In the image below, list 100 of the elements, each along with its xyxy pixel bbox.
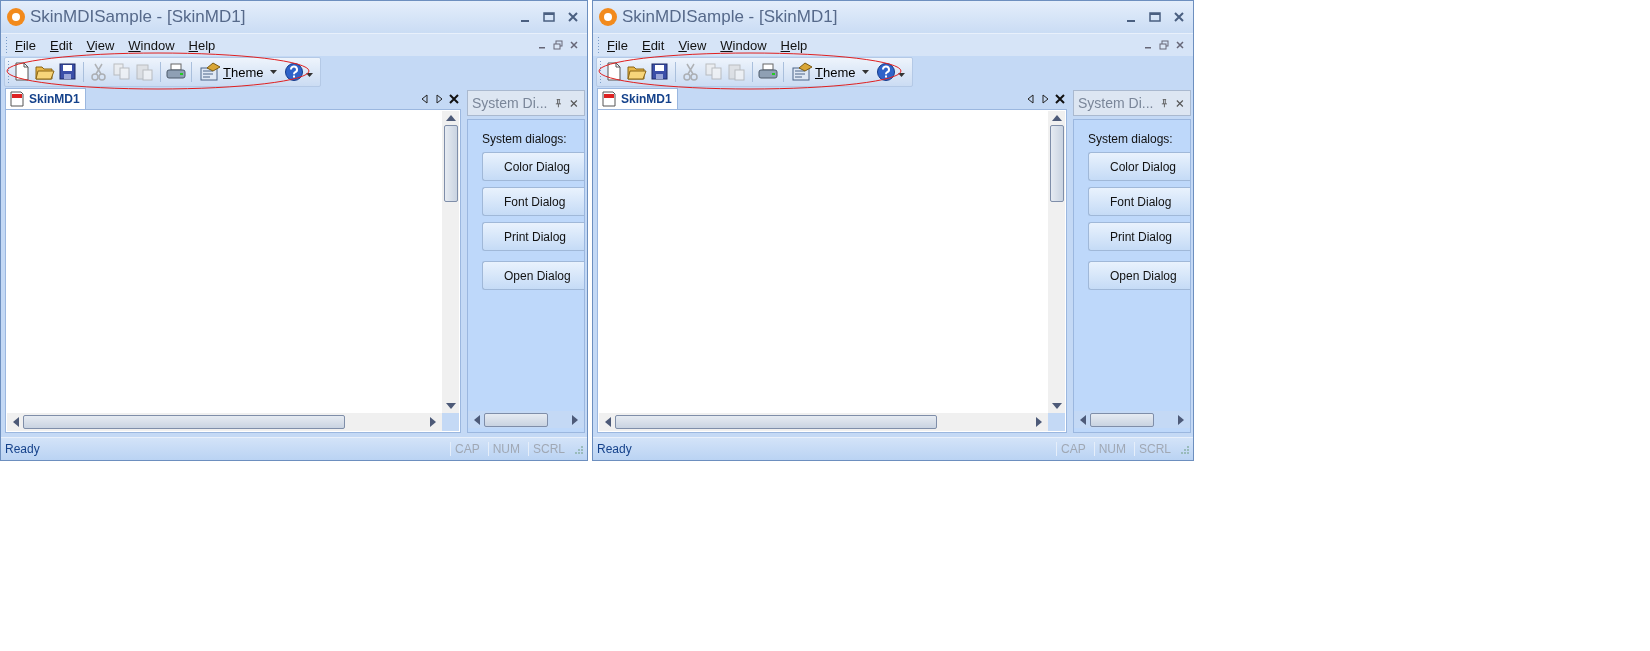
- menu-item[interactable]: View: [79, 37, 122, 53]
- resize-grip-icon[interactable]: [1179, 444, 1189, 454]
- dialog-button[interactable]: Font Dialog: [1088, 187, 1190, 216]
- panel-label: System dialogs:: [482, 132, 568, 146]
- scroll-right-button[interactable]: [435, 93, 443, 104]
- theme-dropdown[interactable]: Theme: [788, 61, 873, 83]
- app-logo-icon: [6, 7, 26, 27]
- document-icon: [9, 91, 25, 107]
- scroll-right-button[interactable]: [1041, 93, 1049, 104]
- status-indicator: NUM: [1093, 442, 1130, 456]
- scroll-left-icon: [1080, 414, 1086, 425]
- scroll-thumb[interactable]: [484, 412, 548, 427]
- dialog-button[interactable]: Font Dialog: [482, 187, 584, 216]
- scroll-left-icon: [605, 417, 611, 427]
- dialog-button[interactable]: Open Dialog: [1088, 261, 1190, 290]
- menu-item[interactable]: View: [671, 37, 714, 53]
- status-indicator: NUM: [487, 442, 524, 456]
- scroll-left-button[interactable]: [1027, 93, 1035, 104]
- document-icon: [601, 91, 617, 107]
- status-text: Ready: [597, 442, 632, 456]
- horizontal-scrollbar[interactable]: [599, 413, 1048, 431]
- window-title: SkinMDISample - [SkinMD1]: [622, 7, 838, 27]
- maximize-button[interactable]: [543, 11, 555, 23]
- status-indicator: CAP: [1055, 442, 1090, 456]
- scroll-left-button[interactable]: [421, 93, 429, 104]
- menu-item[interactable]: Window: [713, 37, 774, 53]
- copy-icon: [704, 62, 724, 82]
- scroll-up-icon: [445, 115, 456, 121]
- close-button[interactable]: [449, 93, 459, 104]
- gripper-icon: [7, 60, 10, 84]
- scroll-left-icon: [474, 414, 480, 425]
- caret-icon: [862, 70, 870, 74]
- gripper-icon: [597, 36, 600, 54]
- scrollbar-corner: [1048, 413, 1065, 431]
- scroll-left-icon: [13, 417, 19, 427]
- gripper-icon: [599, 60, 602, 84]
- scroll-right-icon: [572, 414, 578, 425]
- scroll-thumb[interactable]: [1049, 125, 1064, 202]
- horizontal-scrollbar[interactable]: [468, 411, 584, 428]
- menu-item[interactable]: Help: [181, 37, 223, 53]
- document-tab[interactable]: SkinMD1: [597, 88, 678, 109]
- maximize-button[interactable]: [1149, 11, 1161, 23]
- dialog-button[interactable]: Color Dialog: [1088, 152, 1190, 181]
- paste-icon: [727, 62, 747, 82]
- caret-icon: [270, 70, 278, 74]
- dialog-button[interactable]: Color Dialog: [482, 152, 584, 181]
- scroll-thumb[interactable]: [615, 415, 937, 429]
- menu-item[interactable]: Edit: [42, 37, 80, 53]
- scissors-icon: [681, 62, 701, 82]
- scroll-up-icon: [1051, 115, 1062, 121]
- status-indicator: SCRL: [528, 442, 569, 456]
- scrollbar-corner: [442, 413, 459, 431]
- help-icon: [284, 62, 305, 82]
- vertical-scrollbar[interactable]: [442, 111, 459, 413]
- close-button[interactable]: [1055, 93, 1065, 104]
- vertical-scrollbar[interactable]: [1048, 111, 1065, 413]
- menu-item[interactable]: Help: [773, 37, 815, 53]
- theme-icon: [791, 62, 813, 82]
- horizontal-scrollbar[interactable]: [7, 413, 442, 431]
- printer-icon: [166, 62, 186, 82]
- resize-grip-icon[interactable]: [573, 444, 583, 454]
- paste-icon: [135, 62, 155, 82]
- dialog-button[interactable]: Print Dialog: [482, 222, 584, 251]
- window-title: SkinMDISample - [SkinMD1]: [30, 7, 246, 27]
- scroll-right-icon: [1178, 414, 1184, 425]
- dialog-button[interactable]: Open Dialog: [482, 261, 584, 290]
- restore-button[interactable]: [553, 40, 563, 50]
- scroll-down-icon: [445, 403, 456, 409]
- scroll-down-icon: [1051, 403, 1062, 409]
- floppy-disk-button[interactable]: [649, 61, 671, 83]
- pin-button[interactable]: [1161, 98, 1169, 108]
- pin-button[interactable]: [555, 98, 563, 108]
- scroll-thumb[interactable]: [443, 125, 458, 202]
- panel-label: System dialogs:: [1088, 132, 1174, 146]
- menu-item[interactable]: File: [8, 37, 43, 53]
- scissors-icon: [89, 62, 109, 82]
- floppy-disk-button[interactable]: [57, 61, 79, 83]
- scroll-thumb[interactable]: [23, 415, 345, 429]
- scroll-thumb[interactable]: [1090, 412, 1154, 427]
- help-icon: [876, 62, 897, 82]
- printer-icon: [758, 62, 778, 82]
- scroll-right-icon: [430, 417, 436, 427]
- panel-title: System Di...: [1078, 95, 1154, 111]
- theme-icon: [199, 62, 221, 82]
- scroll-right-icon: [1036, 417, 1042, 427]
- status-text: Ready: [5, 442, 40, 456]
- horizontal-scrollbar[interactable]: [1074, 411, 1190, 428]
- gripper-icon: [5, 36, 8, 54]
- status-indicator: CAP: [449, 442, 484, 456]
- menu-item[interactable]: Edit: [634, 37, 672, 53]
- status-indicator: SCRL: [1134, 442, 1175, 456]
- panel-title: System Di...: [472, 95, 548, 111]
- menu-item[interactable]: Window: [121, 37, 182, 53]
- app-logo-icon: [598, 7, 618, 27]
- copy-icon: [112, 62, 132, 82]
- restore-button[interactable]: [1159, 40, 1169, 50]
- theme-dropdown[interactable]: Theme: [196, 61, 281, 83]
- dialog-button[interactable]: Print Dialog: [1088, 222, 1190, 251]
- document-tab[interactable]: SkinMD1: [5, 88, 86, 109]
- menu-item[interactable]: File: [600, 37, 635, 53]
